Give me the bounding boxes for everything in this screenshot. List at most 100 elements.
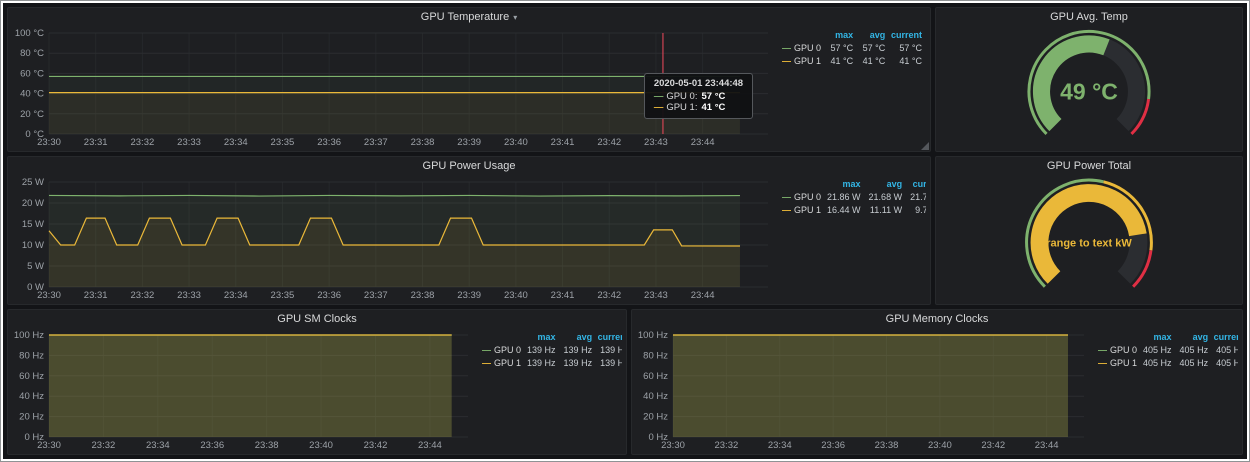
legend-header-current[interactable]: current [594, 331, 622, 344]
svg-text:20 Hz: 20 Hz [643, 412, 668, 423]
svg-text:23:36: 23:36 [821, 440, 845, 451]
svg-text:5 W: 5 W [27, 261, 44, 272]
series-color-dash-icon: — [782, 56, 791, 66]
legend-series-gpu1[interactable]: —GPU 1 [782, 204, 821, 217]
legend-header-avg[interactable]: avg [558, 331, 595, 344]
legend-avg-value: 11.11 W [863, 204, 905, 217]
svg-text:23:31: 23:31 [84, 137, 108, 148]
panel-title: GPU Temperature [421, 11, 509, 23]
legend-header-avg[interactable]: avg [863, 178, 905, 191]
svg-text:40 Hz: 40 Hz [19, 391, 44, 402]
legend-max-value: 405 Hz [1137, 344, 1174, 357]
gpu-sm-clocks-plot[interactable]: 23:3023:3223:3423:3623:3823:4023:4223:44… [12, 328, 476, 452]
legend-row: —GPU 0 57 °C 57 °C 57 °C [782, 42, 924, 55]
legend-header-max[interactable]: max [823, 29, 855, 42]
svg-text:23:32: 23:32 [130, 290, 154, 301]
panel-gpu-temperature: GPU Temperature ▾ 23:3023:3123:3223:3323… [7, 7, 931, 152]
svg-text:60 °C: 60 °C [20, 68, 44, 79]
svg-text:100 Hz: 100 Hz [638, 330, 668, 341]
legend-series-gpu0[interactable]: —GPU 0 [482, 344, 521, 357]
legend-series-gpu0[interactable]: —GPU 0 [1098, 344, 1137, 357]
svg-text:23:40: 23:40 [504, 290, 528, 301]
panel-gpu-memory-clocks: GPU Memory Clocks 23:3023:3223:3423:3623… [631, 309, 1243, 455]
legend-header-avg[interactable]: avg [1174, 331, 1211, 344]
gpu-avg-temp-gauge: 49 °C [940, 26, 1238, 149]
legend-current-value: 139 Hz [594, 357, 622, 370]
legend-current-value: 139 Hz [594, 344, 622, 357]
gpu-temperature-chart[interactable]: 23:3023:3123:3223:3323:3423:3523:3623:37… [12, 26, 776, 149]
svg-text:60 Hz: 60 Hz [19, 371, 44, 382]
svg-text:23:32: 23:32 [92, 440, 116, 451]
tooltip-row: —GPU 1:41 °C [654, 102, 743, 113]
svg-text:23:44: 23:44 [691, 137, 715, 148]
grafana-dashboard: GPU Temperature ▾ 23:3023:3123:3223:3323… [3, 3, 1247, 459]
svg-text:100 °C: 100 °C [15, 28, 44, 39]
panel-header-gpu-power-total[interactable]: GPU Power Total [936, 157, 1242, 175]
legend-row: —GPU 0 21.86 W 21.68 W 21.77 W [782, 191, 926, 204]
svg-text:23:44: 23:44 [691, 290, 715, 301]
chevron-down-icon[interactable]: ▾ [513, 13, 517, 22]
gpu-sm-clocks-chart[interactable]: 23:3023:3223:3423:3623:3823:4023:4223:44… [12, 328, 476, 452]
svg-text:60 Hz: 60 Hz [643, 371, 668, 382]
legend-avg-value: 21.68 W [863, 191, 905, 204]
legend-series-gpu1[interactable]: —GPU 1 [1098, 357, 1137, 370]
legend-header-max[interactable]: max [1137, 331, 1174, 344]
svg-text:23:36: 23:36 [200, 440, 224, 451]
svg-text:23:32: 23:32 [714, 440, 738, 451]
gpu-power-usage-chart[interactable]: 23:3023:3123:3223:3323:3423:3523:3623:37… [12, 175, 776, 302]
series-color-dash-icon: — [782, 205, 791, 215]
gpu-memory-clocks-chart[interactable]: 23:3023:3223:3423:3623:3823:4023:4223:44… [636, 328, 1092, 452]
svg-text:23:37: 23:37 [364, 290, 388, 301]
svg-text:10 W: 10 W [22, 240, 44, 251]
panel-resize-handle[interactable] [921, 142, 929, 150]
legend-header-current[interactable]: current [904, 178, 926, 191]
svg-text:23:41: 23:41 [551, 290, 575, 301]
legend-current-value: 405 Hz [1210, 344, 1238, 357]
svg-text:100 Hz: 100 Hz [14, 330, 44, 341]
chart-legend: max avg current —GPU 0 57 °C 57 °C 57 °C [776, 26, 926, 149]
tooltip-row: —GPU 0:57 °C [654, 91, 743, 102]
svg-text:23:42: 23:42 [364, 440, 388, 451]
svg-text:23:34: 23:34 [768, 440, 792, 451]
legend-series-gpu0[interactable]: —GPU 0 [782, 42, 823, 55]
svg-text:23:39: 23:39 [457, 137, 481, 148]
panel-gpu-sm-clocks: GPU SM Clocks 23:3023:3223:3423:3623:382… [7, 309, 627, 455]
panel-header-gpu-power-usage[interactable]: GPU Power Usage [8, 157, 930, 175]
legend-max-value: 41 °C [823, 55, 855, 68]
series-color-dash-icon: — [482, 358, 491, 368]
gpu-power-total-gauge: range to text kW [940, 175, 1238, 302]
legend-header-avg[interactable]: avg [855, 29, 887, 42]
legend-series-gpu0[interactable]: —GPU 0 [782, 191, 821, 204]
legend-series-gpu1[interactable]: —GPU 1 [482, 357, 521, 370]
legend-avg-value: 57 °C [855, 42, 887, 55]
legend-avg-value: 41 °C [855, 55, 887, 68]
panel-header-gpu-sm-clocks[interactable]: GPU SM Clocks [8, 310, 626, 328]
legend-avg-value: 139 Hz [558, 357, 595, 370]
legend-header-current[interactable]: current [1210, 331, 1238, 344]
svg-text:40 °C: 40 °C [20, 89, 44, 100]
panel-gpu-power-total: GPU Power Total range to text kW [935, 156, 1243, 305]
svg-text:20 Hz: 20 Hz [19, 412, 44, 423]
svg-text:23:38: 23:38 [255, 440, 279, 451]
series-color-dash-icon: — [782, 43, 791, 53]
legend-header-current[interactable]: current [887, 29, 924, 42]
legend-max-value: 139 Hz [521, 344, 558, 357]
legend-series-gpu1[interactable]: —GPU 1 [782, 55, 823, 68]
gpu-memory-clocks-plot[interactable]: 23:3023:3223:3423:3623:3823:4023:4223:44… [636, 328, 1092, 452]
gpu-power-usage-plot[interactable]: 23:3023:3123:3223:3323:3423:3523:3623:37… [12, 175, 776, 302]
chart-tooltip: 2020-05-01 23:44:48 —GPU 0:57 °C —GPU 1:… [644, 73, 753, 119]
panel-gpu-power-usage: GPU Power Usage 23:3023:3123:3223:3323:3… [7, 156, 931, 305]
series-color-dash-icon: — [482, 345, 491, 355]
legend-current-value: 9.76 W [904, 204, 926, 217]
svg-text:23:40: 23:40 [928, 440, 952, 451]
legend-header-max[interactable]: max [521, 331, 558, 344]
panel-header-gpu-memory-clocks[interactable]: GPU Memory Clocks [632, 310, 1242, 328]
svg-text:25 W: 25 W [22, 177, 44, 188]
svg-text:80 Hz: 80 Hz [19, 350, 44, 361]
panel-header-gpu-temperature[interactable]: GPU Temperature ▾ [8, 8, 930, 26]
legend-header-max[interactable]: max [821, 178, 863, 191]
svg-text:40 Hz: 40 Hz [643, 391, 668, 402]
panel-title: GPU Avg. Temp [1050, 11, 1128, 23]
panel-header-gpu-avg-temp[interactable]: GPU Avg. Temp [936, 8, 1242, 26]
legend-row: —GPU 0 139 Hz 139 Hz 139 Hz [482, 344, 622, 357]
